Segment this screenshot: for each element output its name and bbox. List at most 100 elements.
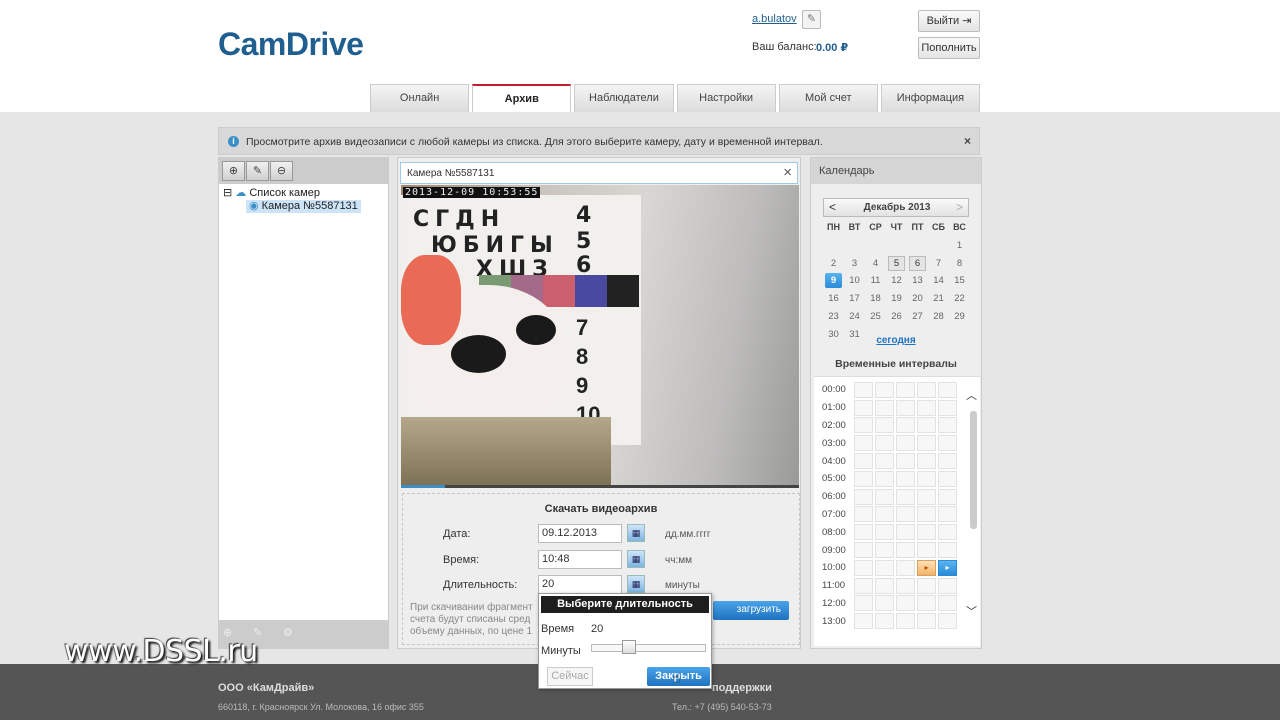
duration-input[interactable]: 20	[538, 575, 622, 594]
calendar-day[interactable]: 4	[865, 255, 886, 273]
interval-slot[interactable]	[854, 435, 873, 452]
calendar-day[interactable]: 11	[865, 272, 886, 290]
slider-handle[interactable]	[621, 640, 636, 654]
interval-slot[interactable]	[917, 542, 936, 559]
interval-slot[interactable]	[917, 488, 936, 505]
interval-slot[interactable]	[917, 613, 936, 630]
interval-slot[interactable]	[917, 595, 936, 612]
calendar-day[interactable]: 23	[823, 308, 844, 326]
close-icon[interactable]: ×	[964, 134, 971, 148]
calendar-day[interactable]: 5	[886, 255, 907, 273]
calendar-day[interactable]: 21	[928, 290, 949, 308]
calendar-day[interactable]: 10	[844, 272, 865, 290]
interval-slot[interactable]	[854, 470, 873, 487]
calendar-day[interactable]: 7	[928, 255, 949, 273]
interval-slot[interactable]	[938, 381, 957, 398]
interval-slot[interactable]	[854, 577, 873, 594]
interval-slot[interactable]	[854, 381, 873, 398]
interval-slot[interactable]: ▸	[938, 559, 957, 576]
next-month-button[interactable]: >	[956, 200, 963, 214]
topup-button[interactable]: Пополнить	[918, 37, 980, 59]
interval-slot[interactable]	[875, 524, 894, 541]
close-icon[interactable]: ×	[783, 164, 792, 181]
interval-slot[interactable]	[875, 399, 894, 416]
interval-slot[interactable]	[875, 595, 894, 612]
interval-slot[interactable]: ▸	[917, 559, 936, 576]
interval-slot[interactable]	[854, 417, 873, 434]
load-button[interactable]: загрузить	[713, 601, 789, 620]
interval-slot[interactable]	[938, 435, 957, 452]
interval-slot[interactable]	[896, 488, 915, 505]
interval-slot[interactable]	[896, 542, 915, 559]
calendar-day[interactable]: 2	[823, 255, 844, 273]
calendar-day[interactable]: 20	[907, 290, 928, 308]
now-button[interactable]: Сейчас	[547, 667, 593, 686]
video-progress[interactable]	[401, 485, 799, 488]
calendar-day[interactable]: 13	[907, 272, 928, 290]
interval-slot[interactable]	[896, 595, 915, 612]
settings-camera-icon[interactable]: ⚙	[283, 626, 305, 644]
logout-button[interactable]: Выйти ⇥	[918, 10, 980, 32]
tab-account[interactable]: Мой счет	[778, 84, 878, 112]
interval-slot[interactable]	[896, 470, 915, 487]
calendar-day[interactable]: 28	[928, 308, 949, 326]
tab-online[interactable]: Онлайн	[370, 84, 470, 112]
interval-slot[interactable]	[896, 417, 915, 434]
interval-slot[interactable]	[938, 524, 957, 541]
calendar-day[interactable]: 6	[907, 255, 928, 273]
interval-slot[interactable]	[938, 595, 957, 612]
calendar-day[interactable]: 12	[886, 272, 907, 290]
interval-slot[interactable]	[875, 435, 894, 452]
interval-slot[interactable]	[854, 453, 873, 470]
calendar-day[interactable]: 15	[949, 272, 970, 290]
interval-slot[interactable]	[854, 506, 873, 523]
interval-slot[interactable]	[875, 542, 894, 559]
tab-observers[interactable]: Наблюдатели	[574, 84, 674, 112]
interval-slot[interactable]	[917, 524, 936, 541]
interval-slot[interactable]	[917, 399, 936, 416]
interval-slot[interactable]	[896, 524, 915, 541]
interval-slot[interactable]	[896, 506, 915, 523]
tree-item-camera[interactable]: ◉ Камера №5587131	[246, 200, 361, 213]
calendar-day[interactable]: 3	[844, 255, 865, 273]
calendar-day[interactable]: 18	[865, 290, 886, 308]
collapse-icon[interactable]: ⊟	[223, 187, 232, 199]
calendar-day[interactable]: 29	[949, 308, 970, 326]
interval-slot[interactable]	[917, 470, 936, 487]
minutes-slider[interactable]	[591, 644, 706, 652]
interval-slot[interactable]	[875, 559, 894, 576]
interval-slot[interactable]	[896, 435, 915, 452]
interval-slot[interactable]	[938, 470, 957, 487]
interval-slot[interactable]	[938, 506, 957, 523]
tab-settings[interactable]: Настройки	[676, 84, 776, 112]
date-input[interactable]: 09.12.2013	[538, 524, 622, 543]
video-player[interactable]: СГДН ЮБИГЫ ХШЗ 4 5 6 7 8 9 10 2013-12-09 10…	[401, 185, 799, 486]
interval-slot[interactable]	[896, 381, 915, 398]
edit-profile-button[interactable]: ✎	[802, 10, 821, 29]
today-link[interactable]: сегодня	[811, 335, 981, 346]
calendar-day[interactable]: 19	[886, 290, 907, 308]
add-camera-icon[interactable]: ⊕	[222, 161, 245, 181]
interval-slot[interactable]	[896, 577, 915, 594]
interval-slot[interactable]	[854, 524, 873, 541]
interval-slot[interactable]	[917, 381, 936, 398]
interval-slot[interactable]	[854, 595, 873, 612]
interval-slot[interactable]	[938, 613, 957, 630]
interval-slot[interactable]	[875, 470, 894, 487]
interval-slot[interactable]	[917, 417, 936, 434]
interval-slot[interactable]	[917, 506, 936, 523]
interval-slot[interactable]	[938, 417, 957, 434]
interval-slot[interactable]	[917, 577, 936, 594]
interval-slot[interactable]	[896, 559, 915, 576]
interval-slot[interactable]	[938, 399, 957, 416]
user-link[interactable]: a.bulatov	[752, 13, 797, 25]
tab-info[interactable]: Информация	[880, 84, 981, 112]
interval-slot[interactable]	[896, 453, 915, 470]
interval-slot[interactable]	[896, 399, 915, 416]
interval-slot[interactable]	[854, 613, 873, 630]
tab-archive[interactable]: Архив	[472, 84, 572, 112]
calendar-day[interactable]: 22	[949, 290, 970, 308]
scroll-up-icon[interactable]: ︿	[966, 387, 977, 403]
calendar-day[interactable]: 17	[844, 290, 865, 308]
interval-slot[interactable]	[854, 488, 873, 505]
